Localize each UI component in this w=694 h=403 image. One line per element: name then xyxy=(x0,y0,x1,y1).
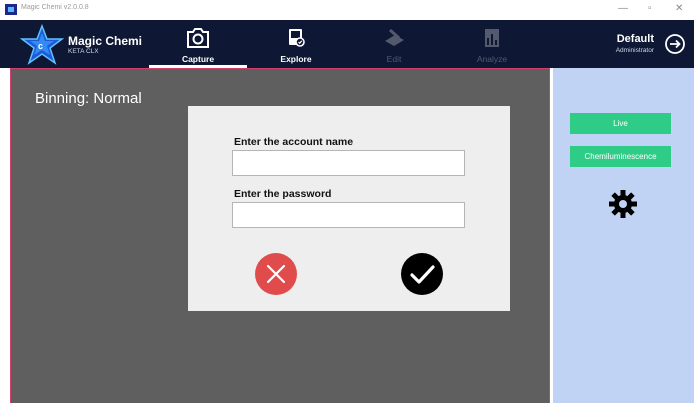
user-role: Administrator xyxy=(615,47,654,54)
chart-icon xyxy=(485,29,499,47)
gear-icon[interactable] xyxy=(608,189,638,219)
binning-status: Binning: Normal xyxy=(35,90,142,107)
password-input[interactable] xyxy=(232,202,465,228)
brand-logo: c xyxy=(20,24,64,65)
brand-name: Magic Chemi xyxy=(68,34,143,48)
nav-capture[interactable]: Capture xyxy=(149,20,247,68)
account-name-input[interactable] xyxy=(232,150,465,176)
nav-analyze-label: Analyze xyxy=(476,54,508,64)
pen-icon xyxy=(385,28,404,46)
account-name-label: Enter the account name xyxy=(234,136,354,148)
cancel-button[interactable] xyxy=(254,252,298,296)
image-search-icon xyxy=(289,29,305,47)
close-window-button[interactable]: ✕ xyxy=(675,3,683,15)
right-panel: Live Chemiluminescence xyxy=(553,68,694,403)
maximize-button[interactable]: ▫ xyxy=(648,3,652,15)
login-dialog: Enter the account name Enter the passwor… xyxy=(188,106,510,311)
chemiluminescence-button[interactable]: Chemiluminescence xyxy=(570,146,671,167)
nav-analyze[interactable]: Analyze xyxy=(443,20,541,68)
minimize-button[interactable]: — xyxy=(618,3,628,15)
window-title: Magic Chemi v2.0.0.8 xyxy=(21,4,89,11)
user-name[interactable]: Default xyxy=(617,33,654,45)
nav-explore-label: Explore xyxy=(280,54,312,64)
nav-explore[interactable]: Explore xyxy=(247,20,345,68)
nav-capture-label: Capture xyxy=(181,54,215,64)
logout-icon[interactable] xyxy=(664,33,686,55)
app-icon xyxy=(5,4,17,15)
confirm-button[interactable] xyxy=(400,252,444,296)
window-title-bar: Magic Chemi v2.0.0.8 — ▫ ✕ xyxy=(0,0,694,20)
svg-text:c: c xyxy=(38,41,43,51)
nav-edit-label: Edit xyxy=(386,54,402,64)
brand-model: KETA CLX xyxy=(68,48,99,55)
password-label: Enter the password xyxy=(234,188,332,200)
live-button[interactable]: Live xyxy=(570,113,671,134)
camera-icon xyxy=(187,28,209,48)
nav-edit[interactable]: Edit xyxy=(345,20,443,68)
